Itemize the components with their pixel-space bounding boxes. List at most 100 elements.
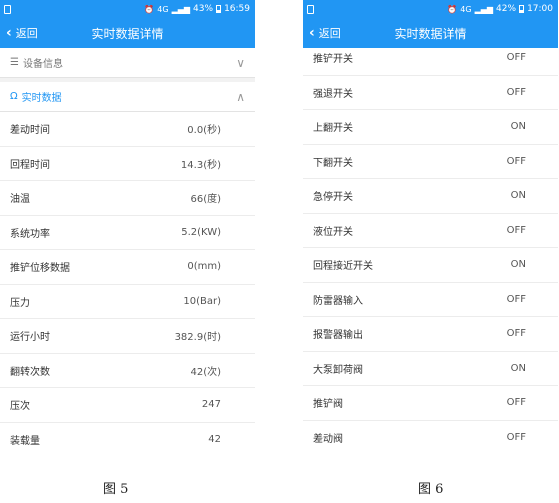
row-value: 382.9(时) — [174, 332, 221, 344]
signal-icon: ▂▄▆ — [474, 4, 494, 14]
switch-list[interactable]: 推铲开关 OFF 强退开关 OFF 上翻开关 ON 下翻开关 OFF 急停开关 ON 液位… — [303, 41, 558, 452]
figure-caption: 图 6 — [418, 482, 444, 497]
back-label: 返回 — [318, 27, 341, 40]
status-bar: ⏰ 4G ▂▄▆ 43% 16:59 — [0, 0, 255, 18]
section-realtime-data[interactable]: Ω 实时数据 ∧ — [0, 82, 255, 112]
row-label: 油温 — [10, 194, 30, 206]
alarm-clock-icon: ⏰ — [447, 4, 458, 14]
back-label: 返回 — [15, 27, 38, 40]
row-value: 66(度) — [190, 194, 221, 206]
row-status: OFF — [506, 431, 526, 443]
page-title: 实时数据详情 — [91, 26, 164, 41]
row-status: OFF — [506, 397, 526, 409]
row-status: OFF — [506, 224, 526, 236]
list-item: 急停开关 ON — [303, 179, 558, 214]
row-label: 回程时间 — [10, 159, 50, 171]
row-value: 42(次) — [190, 366, 221, 378]
chevron-left-icon: ‹ — [6, 25, 12, 41]
chevron-up-icon: ∧ — [236, 89, 245, 104]
row-label: 大泵卸荷阀 — [313, 364, 363, 376]
list-item: 运行小时 382.9(时) — [0, 319, 255, 354]
clock: 17:00 — [527, 4, 553, 14]
row-status: OFF — [506, 328, 526, 340]
back-button[interactable]: ‹ 返回 — [303, 25, 341, 41]
row-label: 翻转次数 — [10, 366, 50, 378]
list-item: 油温 66(度) — [0, 181, 255, 216]
battery-icon — [216, 5, 222, 13]
battery-percent: 43% — [193, 4, 214, 14]
row-label: 压次 — [10, 401, 30, 413]
list-item: 回程接近开关 ON — [303, 248, 558, 283]
clock: 16:59 — [224, 4, 250, 14]
chevron-down-icon: ∨ — [236, 55, 245, 70]
row-label: 推铲开关 — [313, 54, 353, 66]
list-item: 推铲阀 OFF — [303, 386, 558, 421]
row-value: 0.0(秒) — [187, 125, 221, 137]
title-bar: ‹ 返回 实时数据详情 — [303, 18, 558, 48]
row-value: 5.2(KW) — [181, 226, 221, 238]
row-label: 上翻开关 — [313, 123, 353, 135]
list-item: 装载量 42 — [0, 423, 255, 453]
data-list: 差动时间 0.0(秒) 回程时间 14.3(秒) 油温 66(度) 系统功率 5.2(K… — [0, 112, 255, 452]
row-value: 42 — [208, 433, 221, 445]
section-label: 实时数据 — [21, 93, 62, 104]
list-item: 差动时间 0.0(秒) — [0, 112, 255, 147]
document-icon: ☰ — [10, 57, 19, 68]
figure-caption: 图 5 — [103, 482, 129, 497]
sim-card-icon — [307, 4, 314, 14]
section-device-info[interactable]: ☰ 设备信息 ∨ — [0, 48, 255, 78]
row-label: 强退开关 — [313, 88, 353, 100]
row-status: OFF — [506, 155, 526, 167]
battery-icon — [519, 5, 525, 13]
row-label: 防雷器输入 — [313, 295, 363, 307]
list-item: 防雷器输入 OFF — [303, 283, 558, 317]
row-label: 差动时间 — [10, 125, 50, 137]
section-label: 设备信息 — [22, 59, 63, 70]
list-item: 报警器输出 OFF — [303, 317, 558, 352]
row-label: 运行小时 — [10, 332, 50, 344]
row-status: OFF — [506, 52, 526, 64]
battery-percent: 42% — [496, 4, 517, 14]
list-item: 大泵卸荷阀 ON — [303, 352, 558, 386]
sim-card-icon — [4, 4, 11, 14]
list-item: 差动阀 OFF — [303, 421, 558, 453]
list-item: 压力 10(Bar) — [0, 285, 255, 319]
list-item: 强退开关 OFF — [303, 76, 558, 110]
row-label: 急停开关 — [313, 192, 353, 204]
row-label: 推铲阀 — [313, 399, 343, 411]
list-item: 上翻开关 ON — [303, 110, 558, 145]
list-item: 系统功率 5.2(KW) — [0, 216, 255, 250]
signal-icon: ▂▄▆ — [171, 4, 191, 14]
network-type: 4G — [460, 4, 472, 14]
list-item: 下翻开关 OFF — [303, 145, 558, 179]
row-value: 14.3(秒) — [180, 159, 221, 171]
row-status: ON — [510, 362, 526, 374]
phone-screen-figure6: ⏰ 4G ▂▄▆ 42% 17:00 ‹ 返回 实时数据详情 推铲开关 OFF 强… — [303, 0, 558, 452]
realtime-icon: Ω — [10, 91, 18, 102]
status-bar: ⏰ 4G ▂▄▆ 42% 17:00 — [303, 0, 558, 18]
row-label: 差动阀 — [313, 433, 343, 445]
row-status: ON — [510, 259, 526, 271]
chevron-left-icon: ‹ — [309, 25, 315, 41]
row-value: 10(Bar) — [183, 295, 221, 307]
row-value: 247 — [201, 399, 221, 411]
row-label: 回程接近开关 — [313, 261, 373, 273]
list-item: 回程时间 14.3(秒) — [0, 147, 255, 181]
list-item: 翻转次数 42(次) — [0, 354, 255, 388]
row-label: 压力 — [10, 297, 30, 309]
list-item: 压次 247 — [0, 388, 255, 423]
row-status: OFF — [506, 86, 526, 98]
title-bar: ‹ 返回 实时数据详情 — [0, 18, 255, 48]
page-title: 实时数据详情 — [394, 26, 467, 41]
row-status: OFF — [506, 293, 526, 305]
phone-screen-figure5: ⏰ 4G ▂▄▆ 43% 16:59 ‹ 返回 实时数据详情 ☰ 设备信息 ∨ … — [0, 0, 255, 452]
list-item: 液位开关 OFF — [303, 214, 558, 248]
row-label: 报警器输出 — [313, 330, 363, 342]
row-label: 推铲位移数据 — [10, 263, 70, 275]
back-button[interactable]: ‹ 返回 — [0, 25, 38, 41]
row-label: 下翻开关 — [313, 157, 353, 169]
alarm-clock-icon: ⏰ — [144, 4, 155, 14]
row-status: ON — [510, 121, 526, 133]
row-value: 0(mm) — [187, 261, 221, 273]
row-label: 液位开关 — [313, 226, 353, 238]
